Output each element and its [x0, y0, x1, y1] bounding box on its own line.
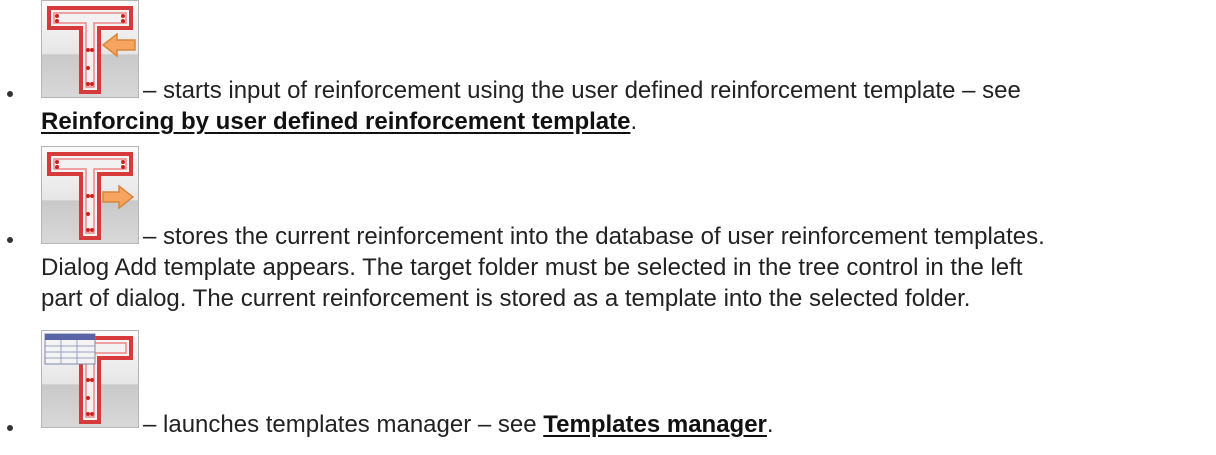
- item-text-line: – launches templates manager – see Templ…: [143, 410, 774, 440]
- item-text-line: – starts input of reinforcement using th…: [143, 77, 1021, 104]
- reinforcing-template-link[interactable]: Reinforcing by user defined reinforcemen…: [41, 108, 630, 135]
- bullet: [7, 91, 13, 97]
- bullet: [7, 425, 13, 431]
- trailing-period: .: [630, 108, 638, 135]
- item-text-line: – stores the current reinforcement into …: [143, 223, 1045, 250]
- t-section-template-store-icon[interactable]: [41, 146, 139, 244]
- t-section-template-input-icon[interactable]: [41, 0, 139, 98]
- trailing-period: .: [766, 411, 774, 438]
- item-text-line: Dialog Add template appears. The target …: [41, 254, 1023, 281]
- bullet: [7, 237, 13, 243]
- templates-manager-link[interactable]: Templates manager: [543, 411, 767, 438]
- t-section-templates-manager-icon[interactable]: [41, 330, 139, 428]
- item-text-line: part of dialog. The current reinforcemen…: [41, 285, 971, 312]
- item-link-line: Reinforcing by user defined reinforcemen…: [41, 107, 637, 137]
- item-text: – launches templates manager – see: [143, 411, 544, 438]
